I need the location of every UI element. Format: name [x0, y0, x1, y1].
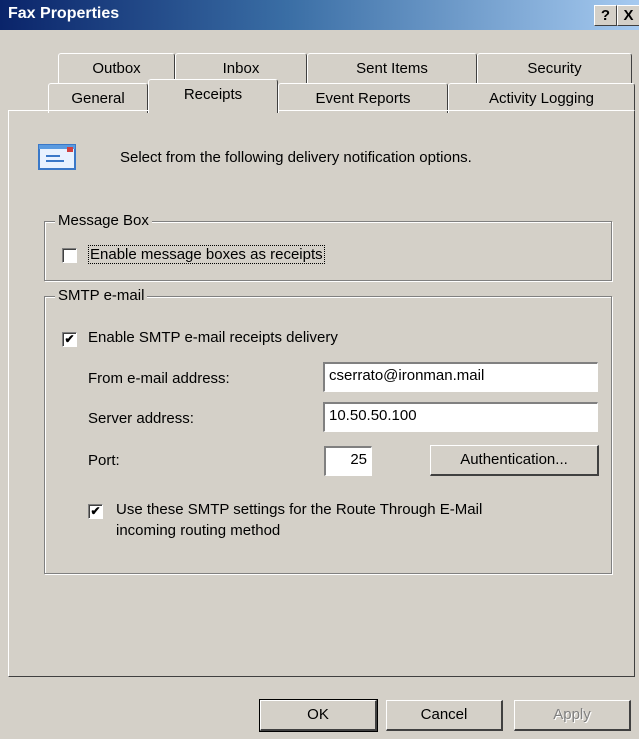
intro-text: Select from the following delivery notif… [120, 149, 472, 166]
tab-activity-logging[interactable]: Activity Logging [448, 83, 635, 113]
route-smtp-label-line2[interactable]: incoming routing method [116, 522, 280, 539]
tab-general[interactable]: General [48, 83, 148, 113]
port-label: Port: [88, 452, 120, 469]
port-field[interactable]: 25 [324, 446, 372, 476]
server-address-label: Server address: [88, 410, 194, 427]
server-address-field[interactable]: 10.50.50.100 [323, 402, 598, 432]
route-smtp-label-line1[interactable]: Use these SMTP settings for the Route Th… [116, 501, 482, 518]
tab-security[interactable]: Security [477, 53, 632, 83]
enable-smtp-label[interactable]: Enable SMTP e-mail receipts delivery [88, 329, 338, 346]
cancel-button[interactable]: Cancel [386, 700, 503, 731]
route-smtp-checkbox[interactable]: ✔ [88, 504, 103, 519]
ok-button[interactable]: OK [259, 699, 378, 732]
message-box-legend: Message Box [55, 212, 152, 229]
from-address-label: From e-mail address: [88, 370, 230, 387]
close-button[interactable]: X [617, 5, 639, 26]
from-address-field[interactable]: cserrato@ironman.mail [323, 362, 598, 392]
title-bar[interactable]: Fax Properties ? X [0, 0, 639, 30]
authentication-button[interactable]: Authentication... [430, 445, 599, 476]
fax-properties-dialog: Fax Properties ? X Outbox Inbox Sent Ite… [0, 0, 639, 739]
enable-smtp-checkbox[interactable]: ✔ [62, 332, 77, 347]
tab-sent-items[interactable]: Sent Items [307, 53, 477, 83]
window-title: Fax Properties [8, 5, 120, 22]
smtp-legend: SMTP e-mail [55, 287, 148, 304]
message-box-checkbox-label[interactable]: Enable message boxes as receipts [88, 245, 325, 264]
message-box-checkbox[interactable] [62, 248, 77, 263]
apply-button[interactable]: Apply [514, 700, 631, 731]
help-button[interactable]: ? [594, 5, 617, 26]
tab-receipts[interactable]: Receipts [148, 79, 278, 113]
tab-event-reports[interactable]: Event Reports [278, 83, 448, 113]
envelope-icon [38, 144, 76, 170]
